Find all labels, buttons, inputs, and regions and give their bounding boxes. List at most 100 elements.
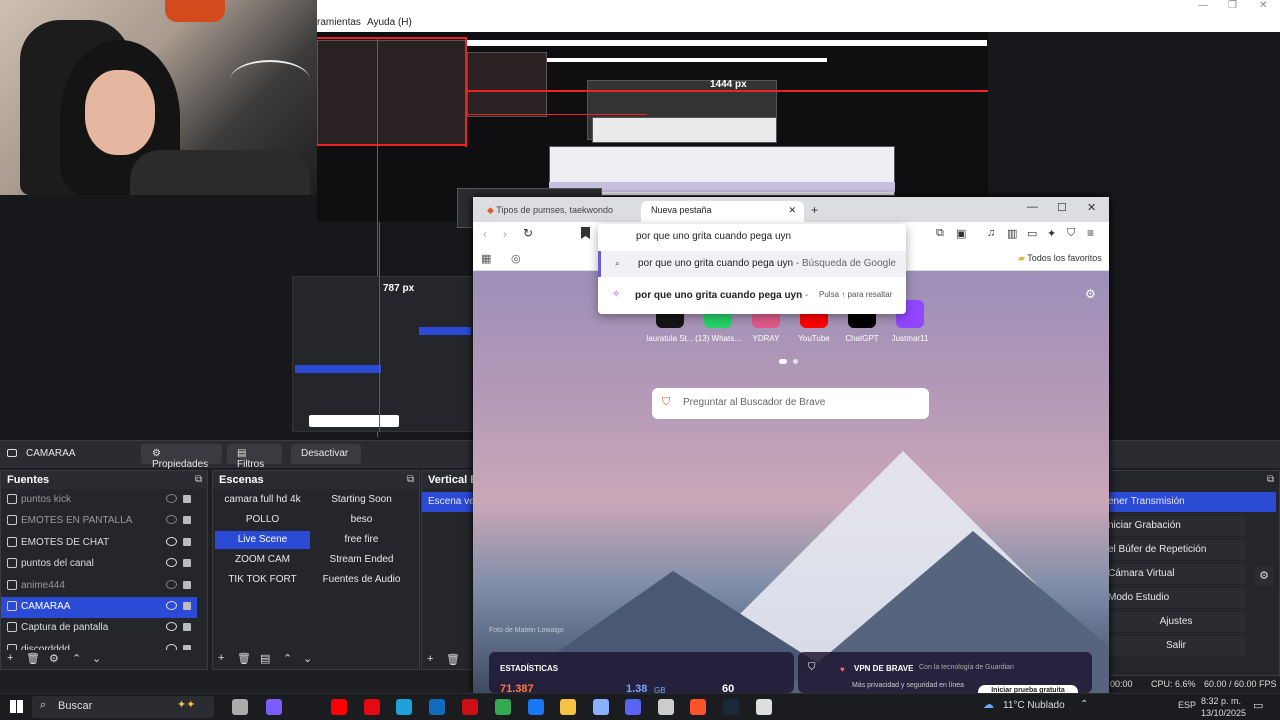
copilot-icon[interactable]	[266, 699, 282, 715]
control-button[interactable]: el Búfer de Repetición	[1106, 540, 1246, 560]
source-row[interactable]: anime444	[1, 576, 197, 597]
menu-help[interactable]: Ayuda (H)	[367, 17, 412, 28]
eye-icon[interactable]	[166, 643, 177, 650]
scene-item[interactable]: Stream Ended	[314, 551, 409, 569]
scene-item[interactable]: POLLO	[215, 511, 310, 529]
pager-dot-active[interactable]	[779, 359, 787, 364]
control-button[interactable]: Cámara Virtual	[1106, 564, 1246, 584]
media-icon[interactable]: ♫	[987, 227, 995, 239]
lock-icon[interactable]	[183, 580, 191, 589]
opera-icon[interactable]	[462, 699, 478, 715]
lock-icon[interactable]	[183, 495, 191, 503]
pager-dot[interactable]	[793, 359, 798, 364]
move-up-button[interactable]: ⌃	[72, 652, 81, 665]
brave-icon[interactable]	[690, 699, 706, 715]
taskbar-search[interactable]: ⌕ Buscar ✦✦	[32, 696, 214, 718]
remove-source-button[interactable]: 🗑	[26, 652, 40, 665]
obs-icon[interactable]	[756, 699, 772, 715]
source-row[interactable]: EMOTES EN PANTALLA	[1, 511, 197, 532]
windows-start-icon[interactable]	[10, 700, 23, 713]
brave-search-box[interactable]: ⛉ Preguntar al Buscador de Brave	[652, 388, 929, 419]
restore-icon[interactable]: ❐	[1228, 0, 1237, 11]
customize-gear-icon[interactable]: ⚙	[1085, 287, 1096, 301]
move-down-button[interactable]: ⌄	[92, 652, 101, 665]
eye-icon[interactable]	[166, 601, 177, 610]
undock-icon[interactable]: ⧉	[407, 474, 414, 485]
scene-item[interactable]: Starting Soon	[314, 491, 409, 509]
source-row[interactable]: puntos del canal	[1, 554, 197, 575]
screenshot-icon[interactable]: ▣	[956, 227, 966, 240]
source-row[interactable]: Captura de pantalla	[1, 618, 197, 639]
notifications-icon[interactable]: ▭	[1253, 699, 1263, 712]
scene-item[interactable]: ZOOM CAM	[215, 551, 310, 569]
lock-icon[interactable]	[183, 644, 191, 650]
scene-item[interactable]: free fire	[314, 531, 409, 549]
steam-icon[interactable]	[723, 699, 739, 715]
scene-item[interactable]: camara full hd 4k	[215, 491, 310, 509]
menu-tools[interactable]: ramientas	[317, 17, 361, 28]
maximize-icon[interactable]: ☐	[1057, 201, 1067, 214]
scene-item[interactable]: Fuentes de Audio	[314, 571, 409, 589]
forward-icon[interactable]: ›	[503, 227, 507, 241]
bookmark-icon[interactable]	[581, 227, 590, 239]
apps-grid-icon[interactable]: ▦	[481, 252, 491, 265]
control-button[interactable]: ener Transmisión	[1106, 492, 1276, 512]
youtube-icon[interactable]	[331, 699, 347, 715]
lock-icon[interactable]	[183, 516, 191, 525]
globe-icon[interactable]: ◎	[511, 252, 521, 265]
new-tab-plus-icon[interactable]: +	[811, 203, 818, 217]
discord-icon[interactable]	[625, 699, 641, 715]
eye-icon[interactable]	[166, 515, 177, 525]
chrome-icon[interactable]	[495, 699, 511, 715]
clock-time[interactable]: 8:32 p. m.	[1201, 696, 1241, 706]
eye-icon[interactable]	[166, 494, 177, 503]
virtual-camera-settings-gear-icon[interactable]: ⚙	[1254, 566, 1274, 586]
menu-icon[interactable]: ≡	[1087, 226, 1094, 240]
reload-icon[interactable]: ↻	[523, 226, 533, 240]
minimize-icon[interactable]: —	[1198, 0, 1208, 11]
vpn-icon[interactable]: ⛉	[1067, 227, 1075, 240]
source-settings-button[interactable]: ⚙	[49, 652, 59, 665]
add-vertical-scene-button[interactable]: +	[427, 653, 433, 665]
add-source-button[interactable]: +	[7, 652, 13, 664]
undock-icon[interactable]: ⧉	[1267, 474, 1274, 485]
suggestion-search[interactable]: ⌕ por que uno grita cuando pega uyn - Bú…	[598, 251, 906, 277]
clock-date[interactable]: 13/10/2025	[1201, 708, 1246, 718]
close-tab-icon[interactable]: ✕	[788, 205, 796, 216]
sidebar-icon[interactable]: ▥	[1007, 227, 1017, 240]
control-button[interactable]: Ajustes	[1106, 612, 1246, 632]
source-row[interactable]: discordddd	[1, 640, 197, 650]
language-indicator[interactable]: ESP	[1178, 700, 1196, 710]
netflix-icon[interactable]	[364, 699, 380, 715]
remove-scene-button[interactable]: 🗑	[237, 652, 251, 665]
move-up-button[interactable]: ⌃	[283, 652, 292, 665]
deactivate-button[interactable]: Desactivar	[291, 444, 361, 464]
close-icon[interactable]: ✕	[1259, 0, 1267, 11]
eye-icon[interactable]	[166, 579, 177, 589]
lock-icon[interactable]	[183, 537, 191, 546]
eye-icon[interactable]	[166, 536, 177, 546]
back-icon[interactable]: ‹	[483, 227, 487, 241]
properties-button[interactable]: ⚙ Propiedades	[141, 444, 222, 470]
scene-item[interactable]: TIK TOK FORT	[215, 571, 310, 589]
facebook-icon[interactable]	[528, 699, 544, 715]
lock-icon[interactable]	[183, 559, 191, 568]
weather-text[interactable]: 11°C Nublado	[1003, 700, 1065, 711]
extensions-icon[interactable]: ⧉	[936, 227, 944, 240]
tab-pumses[interactable]: ◆ Tipos de pumses, taekwondo	[477, 201, 641, 222]
leo-icon[interactable]: ✦	[1047, 227, 1056, 240]
outlook-icon[interactable]	[429, 699, 445, 715]
scene-item[interactable]: Live Scene	[215, 531, 310, 549]
lock-icon[interactable]	[183, 623, 191, 632]
task-view-icon[interactable]	[232, 699, 248, 715]
minimize-icon[interactable]: —	[1027, 201, 1038, 213]
file-explorer-icon[interactable]	[560, 699, 576, 715]
tab-new[interactable]: Nueva pestaña ✕	[641, 201, 804, 222]
source-row[interactable]: EMOTES DE CHAT	[1, 533, 197, 554]
add-scene-button[interactable]: +	[218, 652, 224, 664]
undock-icon[interactable]: ⧉	[195, 474, 202, 485]
move-down-button[interactable]: ⌄	[303, 652, 312, 665]
close-icon[interactable]: ✕	[1087, 201, 1096, 214]
scene-filters-button[interactable]: ▤	[260, 652, 270, 665]
eye-icon[interactable]	[166, 558, 177, 568]
